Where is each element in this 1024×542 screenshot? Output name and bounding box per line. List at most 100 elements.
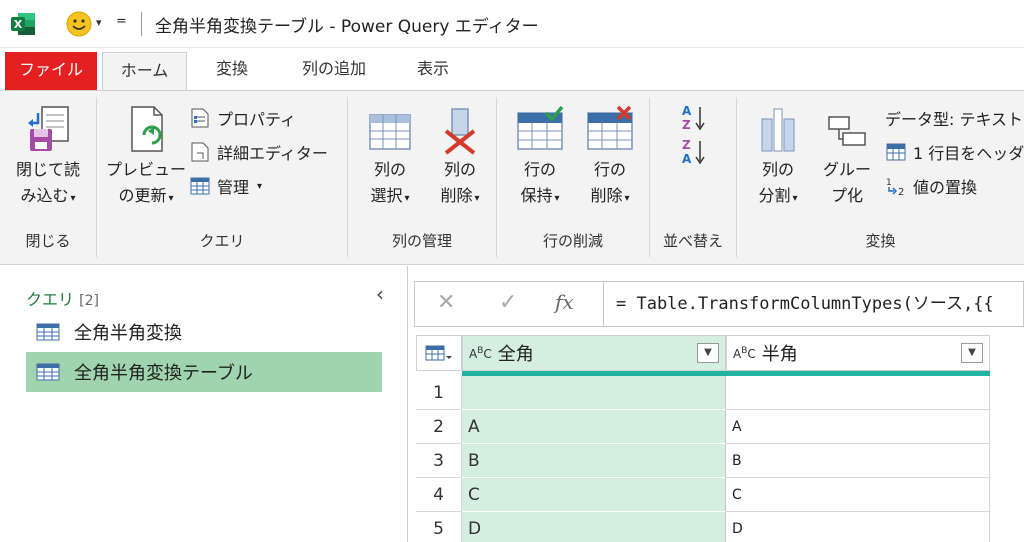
row-number: 1	[416, 376, 462, 410]
cell-zenkaku[interactable]	[462, 376, 726, 410]
close-and-load-button[interactable]: 閉じて読 み込む ▾	[8, 105, 88, 212]
query-item-label: 全角半角変換テーブル	[74, 363, 253, 384]
table-row[interactable]: 1	[416, 376, 990, 410]
advanced-editor-icon	[191, 142, 209, 162]
sort-descending-icon[interactable]: Z A	[680, 137, 708, 167]
cancel-formula-icon[interactable]: ✕	[437, 290, 455, 315]
cell-hankaku[interactable]: D	[726, 512, 990, 542]
fx-icon[interactable]: fx	[555, 290, 574, 314]
tab-view[interactable]: 表示	[403, 48, 463, 90]
split-column-icon	[761, 108, 795, 152]
refresh-preview-button[interactable]: プレビュー の更新 ▾	[105, 105, 187, 212]
close-and-load-label-1: 閉じて読	[15, 160, 80, 179]
row-number: 3	[416, 444, 462, 478]
title-bar: X ▾ = 全角半角変換テーブル - Power Query エディター	[0, 0, 1024, 48]
text-type-icon[interactable]: ABC	[733, 346, 756, 361]
quick-access-dropdown[interactable]: ▾	[96, 16, 102, 29]
cell-hankaku[interactable]: A	[726, 410, 990, 444]
ribbon: 閉じて読 み込む ▾ 閉じる プレビュー の更新 ▾ プロパティ 詳細エディター…	[0, 90, 1024, 265]
keep-rows-label-2: 保持	[520, 186, 553, 205]
data-type-label: データ型: テキスト	[885, 110, 1023, 129]
replace-values-button[interactable]: 1 2 値の置換	[885, 173, 977, 199]
group-manage-columns: 列の 選択 ▾ 列の 削除 ▾ 列の管理	[348, 91, 496, 263]
column-filter-dropdown-icon[interactable]: ▼	[697, 343, 719, 363]
group-by-label-1: グルー	[822, 160, 871, 179]
collapse-pane-chevron-left-icon[interactable]: ‹	[376, 282, 384, 306]
svg-text:Z: Z	[682, 138, 691, 152]
sort-ascending-icon[interactable]: A Z	[680, 103, 708, 133]
table-row[interactable]: 2 A A	[416, 410, 990, 444]
window-title: 全角半角変換テーブル - Power Query エディター	[155, 17, 539, 37]
query-item[interactable]: 全角半角変換	[26, 312, 382, 352]
choose-columns-label-2: 選択	[370, 186, 403, 205]
tab-home[interactable]: ホーム	[102, 52, 187, 92]
advanced-editor-button[interactable]: 詳細エディター	[189, 139, 328, 165]
svg-text:A: A	[682, 152, 692, 166]
remove-rows-label-1: 行の	[593, 160, 626, 179]
cell-hankaku[interactable]	[726, 376, 990, 410]
table-row[interactable]: 5 D D	[416, 512, 990, 542]
group-close: 閉じて読 み込む ▾ 閉じる	[0, 91, 96, 263]
group-by-button[interactable]: グルー プ化	[817, 105, 877, 209]
use-first-row-as-headers-button[interactable]: 1 行目をヘッダ	[885, 139, 1024, 165]
remove-rows-caret-icon: ▾	[624, 193, 630, 204]
split-column-caret-icon: ▾	[792, 193, 798, 204]
keep-rows-button[interactable]: 行の 保持 ▾	[507, 105, 573, 212]
manage-button[interactable]: 管理 ▾	[189, 173, 262, 199]
customize-quick-access-icon[interactable]: =	[116, 14, 127, 29]
table-icon	[36, 323, 60, 341]
choose-columns-button[interactable]: 列の 選択 ▾	[358, 105, 422, 212]
smiley-feedback-icon[interactable]	[66, 11, 92, 37]
refresh-preview-icon	[131, 106, 163, 152]
queries-title-label: クエリ	[26, 290, 75, 309]
queries-pane: クエリ [2] ‹ 全角半角変換 全角半角変換テーブル	[0, 266, 408, 542]
group-reduce-rows: 行の 保持 ▾ 行の 削除 ▾ 行の削減	[497, 91, 649, 263]
group-query-label: クエリ	[199, 232, 245, 250]
grid-empty-area	[990, 376, 1024, 542]
column-filter-dropdown-icon[interactable]: ▼	[961, 343, 983, 363]
cell-zenkaku[interactable]: B	[462, 444, 726, 478]
choose-columns-icon	[369, 114, 411, 150]
group-transform: 列の 分割 ▾ グルー プ化 データ型: テキスト 1 行目をヘッダ 1 2 値…	[737, 91, 1024, 263]
refresh-preview-caret-icon: ▾	[168, 193, 174, 204]
remove-rows-label-2: 削除	[590, 186, 623, 205]
text-type-icon[interactable]: ABC	[469, 346, 492, 361]
title-separator	[141, 12, 142, 36]
close-and-load-caret-icon: ▾	[70, 193, 76, 204]
split-column-button[interactable]: 列の 分割 ▾	[745, 105, 811, 212]
tab-add-column[interactable]: 列の追加	[284, 48, 384, 90]
split-column-label-2: 分割	[758, 186, 791, 205]
query-item-selected[interactable]: 全角半角変換テーブル	[26, 352, 382, 392]
close-and-load-label-2: み込む	[20, 186, 69, 205]
column-header-hankaku[interactable]: ABC 半角 ▼	[726, 335, 990, 371]
remove-columns-caret-icon: ▾	[474, 193, 480, 204]
column-header-zenkaku[interactable]: ABC 全角 ▼	[462, 335, 726, 371]
column-header-label: 全角	[497, 344, 534, 365]
table-menu-button[interactable]	[416, 335, 462, 371]
replace-values-label: 値の置換	[913, 178, 978, 197]
tab-file[interactable]: ファイル	[5, 52, 97, 90]
row-number: 4	[416, 478, 462, 512]
formula-input[interactable]: = Table.TransformColumnTypes(ソース,{{	[604, 281, 1024, 327]
remove-columns-button[interactable]: 列の 削除 ▾	[428, 105, 492, 212]
group-transform-label: 変換	[865, 232, 896, 250]
cell-zenkaku[interactable]: C	[462, 478, 726, 512]
properties-button[interactable]: プロパティ	[189, 105, 296, 131]
query-item-label: 全角半角変換	[74, 323, 182, 344]
commit-formula-icon[interactable]: ✓	[499, 290, 517, 315]
table-row[interactable]: 3 B B	[416, 444, 990, 478]
cell-hankaku[interactable]: C	[726, 478, 990, 512]
formula-bar-buttons: ✕ ✓ fx	[414, 281, 604, 327]
remove-rows-button[interactable]: 行の 削除 ▾	[577, 105, 643, 212]
row-number: 2	[416, 410, 462, 444]
data-type-button[interactable]: データ型: テキスト	[885, 105, 1023, 131]
keep-rows-caret-icon: ▾	[554, 193, 560, 204]
cell-zenkaku[interactable]: A	[462, 410, 726, 444]
cell-zenkaku[interactable]: D	[462, 512, 726, 542]
refresh-preview-label-2: の更新	[118, 186, 167, 205]
cell-hankaku[interactable]: B	[726, 444, 990, 478]
table-menu-icon	[425, 345, 452, 361]
table-row[interactable]: 4 C C	[416, 478, 990, 512]
replace-values-icon: 1 2	[886, 178, 904, 197]
tab-transform[interactable]: 変換	[197, 48, 267, 90]
